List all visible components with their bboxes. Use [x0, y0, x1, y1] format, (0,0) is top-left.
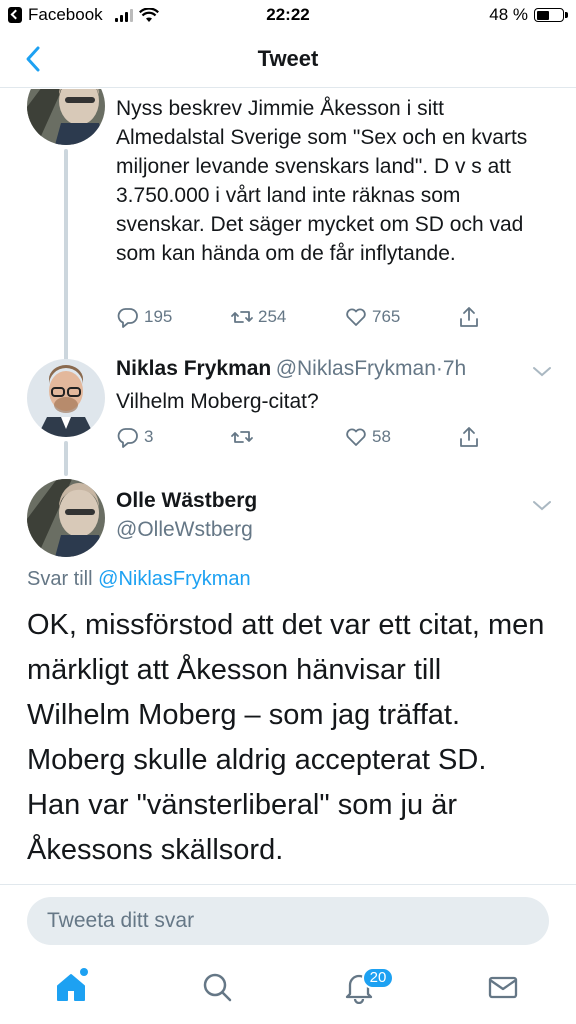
avatar-image — [27, 359, 105, 437]
tab-messages[interactable] — [486, 970, 526, 1010]
share-icon — [460, 427, 478, 447]
reply-icon — [117, 428, 138, 448]
avatar[interactable] — [27, 359, 105, 437]
heart-icon — [346, 428, 366, 446]
retweet-button[interactable] — [230, 425, 258, 449]
tweet-text-line: Moberg skulle aldrig accepterat SD. — [27, 744, 487, 776]
reply-count: 195 — [144, 307, 173, 326]
home-new-indicator — [80, 968, 88, 976]
like-button[interactable]: 765 — [344, 305, 400, 329]
username[interactable]: @OlleWstberg — [116, 518, 253, 542]
retweet-button[interactable]: 254 — [230, 305, 286, 329]
display-name[interactable]: Niklas Frykman — [116, 357, 271, 380]
share-button[interactable] — [457, 305, 481, 329]
tweet-text-line: Han var "vänsterliberal" som ju är — [27, 789, 457, 821]
reply-context: Svar till @NiklasFrykman — [27, 568, 251, 591]
username[interactable]: @NiklasFrykman — [276, 357, 436, 380]
thread-line — [64, 441, 68, 476]
timestamp: 7h — [442, 357, 467, 380]
tweet-menu-button[interactable] — [531, 499, 553, 513]
tweet-text: Nyss beskrev Jimmie Åkesson i sitt Almed… — [116, 97, 528, 265]
reply-button[interactable]: 3 — [116, 425, 153, 449]
tweet-text: Vilhelm Moberg-citat? — [116, 390, 319, 413]
tweet-text-line: OK, missförstod att det var ett citat, m… — [27, 609, 545, 641]
avatar[interactable] — [27, 479, 105, 557]
separator: · — [435, 357, 443, 380]
battery-percent: 48 % — [489, 5, 528, 24]
avatar[interactable] — [27, 89, 105, 145]
reply-icon — [117, 308, 138, 328]
chevron-down-icon — [533, 501, 551, 511]
tweet-menu-button[interactable] — [531, 365, 553, 379]
heart-icon — [346, 308, 366, 326]
notifications-badge: 20 — [362, 967, 394, 989]
retweet-count: 254 — [258, 307, 287, 326]
tweet-text-line: Wilhelm Moberg – som jag träffat. — [27, 699, 461, 731]
tab-home[interactable] — [54, 970, 94, 1010]
reply-bar: Tweeta ditt svar — [0, 884, 576, 956]
tweet-text-line: Åkessons skällsord. — [27, 834, 284, 866]
battery-icon — [534, 8, 568, 22]
avatar-image — [27, 89, 105, 145]
tweet-thread: Nyss beskrev Jimmie Åkesson i sitt Almed… — [0, 89, 576, 889]
reply-count: 3 — [144, 427, 154, 446]
retweet-icon — [231, 431, 253, 443]
tab-bar — [0, 956, 576, 1024]
share-button[interactable] — [457, 425, 481, 449]
reply-to-prefix: Svar till — [27, 568, 93, 590]
search-icon — [203, 973, 232, 1002]
like-count: 765 — [372, 307, 401, 326]
share-icon — [460, 307, 478, 327]
battery-fill — [536, 10, 549, 20]
avatar-image — [27, 479, 105, 557]
tab-search[interactable] — [200, 970, 240, 1010]
status-bar: Facebook 22:22 48 % — [0, 0, 576, 30]
main-tweet-text: OK, missförstod att det var ett citat, m… — [27, 603, 557, 873]
tweet-header: Niklas Frykman @NiklasFrykman·7h — [116, 357, 466, 381]
like-button[interactable]: 58 — [344, 425, 391, 449]
reply-input[interactable]: Tweeta ditt svar — [27, 897, 549, 945]
reply-to-link[interactable]: @NiklasFrykman — [98, 568, 251, 590]
display-name[interactable]: Olle Wästberg — [116, 489, 257, 513]
retweet-icon — [231, 311, 253, 323]
messages-icon — [488, 976, 518, 999]
header: Tweet — [0, 30, 576, 88]
reply-button[interactable]: 195 — [116, 305, 172, 329]
like-count: 58 — [372, 427, 391, 446]
chevron-down-icon — [533, 367, 551, 377]
tweet-text-line: märkligt att Åkesson hänvisar till — [27, 654, 442, 686]
page-title: Tweet — [257, 46, 319, 71]
